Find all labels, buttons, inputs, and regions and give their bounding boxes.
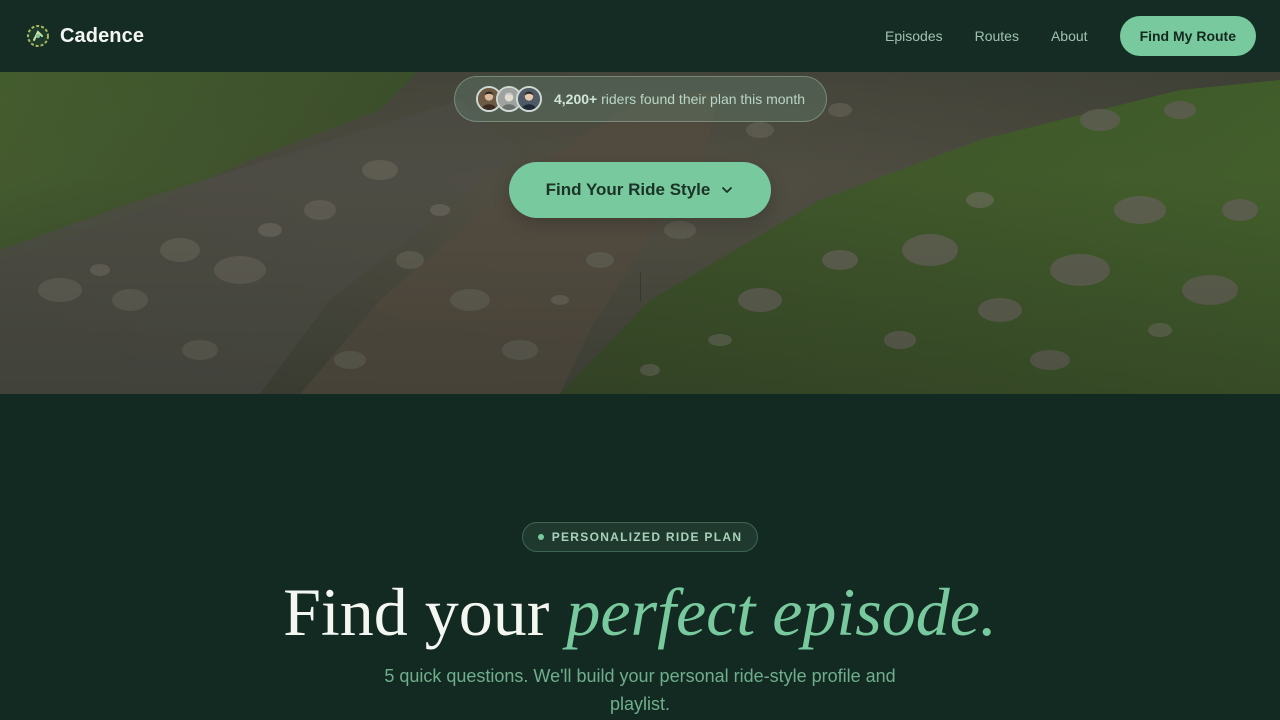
- social-proof-label: riders found their plan this month: [601, 91, 805, 107]
- riders-count: 4,200+: [554, 91, 598, 107]
- brand-name: Cadence: [60, 24, 145, 47]
- page-headline: Find your perfect episode.: [0, 572, 1280, 652]
- find-ride-style-button[interactable]: Find Your Ride Style: [509, 162, 771, 218]
- nav-link-routes[interactable]: Routes: [975, 28, 1019, 44]
- find-ride-style-label: Find Your Ride Style: [545, 180, 711, 199]
- scroll-chevron-icon[interactable]: [633, 320, 647, 334]
- cycling-logo-icon: [26, 24, 50, 48]
- brand[interactable]: Cadence: [26, 24, 144, 48]
- section-subtitle: 5 quick questions. We'll build your pers…: [384, 666, 896, 714]
- headline-plain: Find your: [283, 574, 550, 650]
- badge-label: PERSONALIZED RIDE PLAN: [551, 530, 743, 544]
- scroll-indicator-line: [640, 272, 641, 302]
- nav-link-episodes[interactable]: Episodes: [885, 28, 943, 44]
- badge-dot: [537, 534, 544, 540]
- find-my-route-button[interactable]: Find My Route: [1119, 16, 1256, 56]
- headline-emphasis: perfect episode.: [566, 574, 997, 650]
- chevron-down-icon: [720, 183, 734, 197]
- top-navbar: Cadence Episodes Routes About Find My Ro…: [0, 0, 1280, 72]
- avatar: [516, 86, 542, 112]
- social-proof-text: 4,200+ riders found their plan this mont…: [554, 91, 805, 107]
- nav-link-about[interactable]: About: [1051, 28, 1088, 44]
- personalized-ride-plan-badge: PERSONALIZED RIDE PLAN: [522, 522, 758, 552]
- social-proof-pill: 4,200+ riders found their plan this mont…: [454, 76, 827, 122]
- avatar-group: [476, 86, 542, 112]
- nav-links: Episodes Routes About Find My Route: [885, 16, 1256, 56]
- ride-plan-section: PERSONALIZED RIDE PLAN Find your perfect…: [0, 394, 1280, 720]
